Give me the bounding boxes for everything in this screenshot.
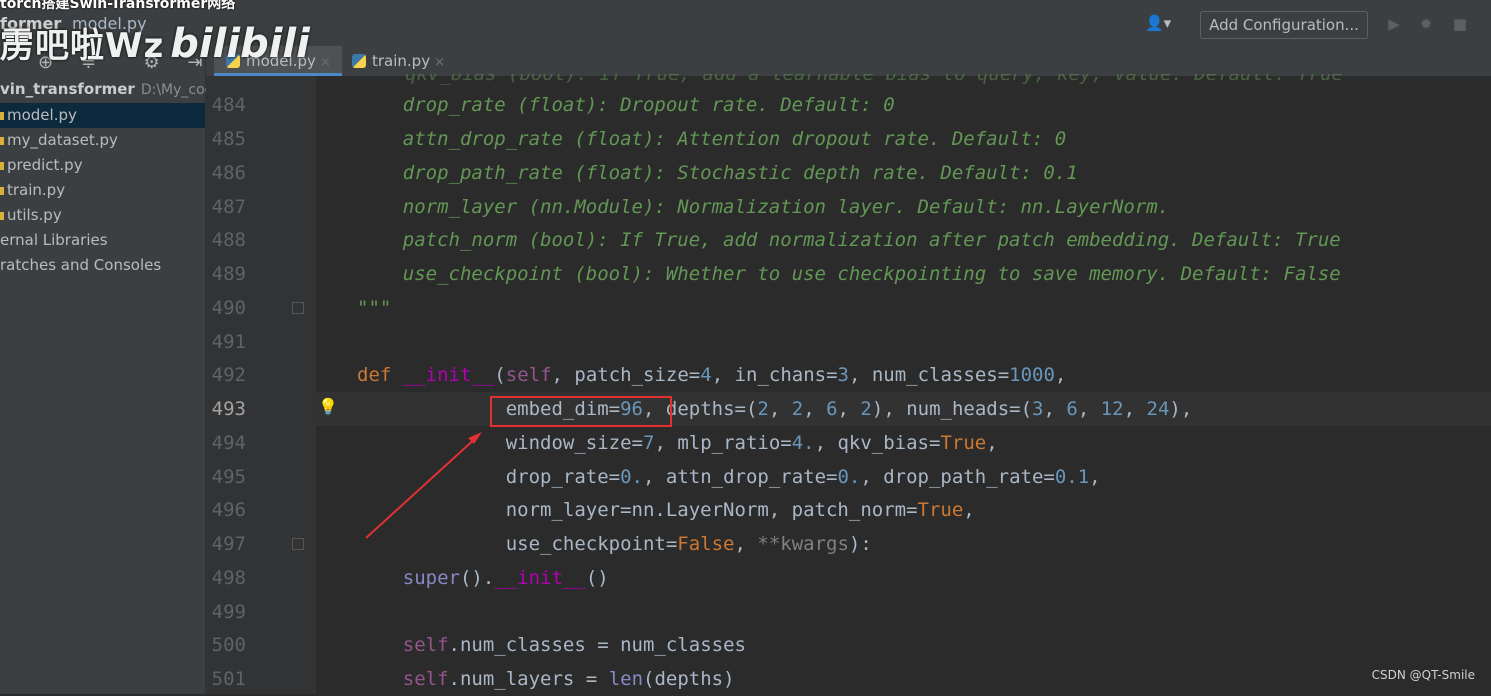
line-number: 496 [211, 499, 246, 521]
project-root-name: vin_transformer [0, 80, 135, 98]
tree-item-my-dataset[interactable]: my_dataset.py [0, 128, 118, 153]
tree-item-label: model.py [7, 106, 77, 124]
video-title-overlay: torch搭建Swin-Transformer网络 [0, 0, 236, 12]
stop-icon[interactable]: ■ [1450, 14, 1470, 34]
line-number: 487 [211, 196, 246, 218]
line-number: 497 [211, 533, 246, 555]
code-line[interactable]: drop_path_rate (float): Stochastic depth… [357, 156, 1078, 190]
debug-icon[interactable]: ✹ [1416, 14, 1436, 34]
close-icon[interactable]: × [434, 55, 445, 70]
line-number: 499 [211, 601, 246, 623]
code-line-current[interactable]: embed_dim=96, depths=(2, 2, 6, 2), num_h… [357, 392, 1193, 426]
line-number: 486 [211, 162, 246, 184]
line-number: 484 [211, 94, 246, 116]
fold-marker-icon[interactable] [292, 302, 304, 314]
line-number: 495 [211, 466, 246, 488]
watermark-text: 雳吧啦Wz [0, 26, 165, 66]
tree-item-external-libraries[interactable]: ernal Libraries [0, 228, 108, 253]
code-line[interactable]: def __init__(self, patch_size=4, in_chan… [357, 358, 1066, 392]
csdn-credit: CSDN @QT-Smile [1371, 668, 1475, 682]
project-tool-window: ⊕ ≑ ⚙ ⇥ vin_transformer D:\My_code model.… [0, 46, 222, 694]
code-line[interactable]: norm_layer (nn.Module): Normalization la… [357, 190, 1169, 224]
python-file-icon [352, 54, 366, 68]
line-number: 491 [211, 331, 246, 353]
line-number: 501 [211, 668, 246, 690]
fold-marker-icon[interactable] [292, 538, 304, 550]
highlight-annotation-box [490, 396, 672, 427]
user-icon[interactable]: 👤▾ [1145, 14, 1179, 36]
line-number: 492 [211, 364, 246, 386]
project-root[interactable]: vin_transformer D:\My_code [0, 77, 222, 102]
tree-item-label: ratches and Consoles [0, 256, 162, 274]
bilibili-logo-icon: bilibili [170, 21, 310, 67]
close-icon[interactable]: × [320, 55, 331, 70]
tree-item-label: predict.py [7, 156, 83, 174]
run-icon[interactable]: ▶ [1384, 14, 1404, 34]
line-number: 490 [211, 297, 246, 319]
tree-item-label: my_dataset.py [7, 131, 118, 149]
line-number: 500 [211, 634, 246, 656]
annotation-arrow-icon [365, 432, 482, 539]
tree-item-label: train.py [7, 181, 66, 199]
code-line[interactable]: patch_norm (bool): If True, add normaliz… [357, 223, 1341, 257]
bilibili-watermark: 雳吧啦Wz bilibili [0, 18, 310, 67]
python-file-icon [0, 186, 4, 195]
tree-item-predict[interactable]: predict.py [0, 153, 83, 178]
tab-train[interactable]: train.py × [352, 46, 462, 76]
tree-item-scratches[interactable]: ratches and Consoles [0, 253, 161, 278]
line-number-current: 493 [211, 398, 246, 420]
code-line[interactable]: drop_rate (float): Dropout rate. Default… [357, 88, 895, 122]
tree-item-label: utils.py [7, 206, 62, 224]
tab-label: train.py [372, 52, 431, 70]
code-line[interactable]: attn_drop_rate (float): Attention dropou… [357, 122, 1066, 156]
python-file-icon [0, 136, 4, 145]
code-line[interactable]: self.num_classes = num_classes [357, 628, 746, 662]
tree-item-label: ernal Libraries [0, 231, 108, 249]
tree-item-utils[interactable]: utils.py [0, 203, 62, 228]
lightbulb-icon[interactable]: 💡 [318, 397, 338, 416]
editor-tabs: model.py × train.py × [206, 46, 1491, 76]
line-number: 494 [211, 432, 246, 454]
line-number: 485 [211, 128, 246, 150]
line-number: 489 [211, 263, 246, 285]
code-line[interactable]: super().__init__() [357, 561, 609, 595]
line-number: 488 [211, 229, 246, 251]
line-number: 498 [211, 567, 246, 589]
python-file-icon [0, 161, 4, 170]
add-configuration-button[interactable]: Add Configuration... [1200, 11, 1368, 39]
python-file-icon [0, 211, 4, 220]
code-line[interactable]: self.num_layers = len(depths) [357, 662, 735, 696]
code-line[interactable]: """ [357, 291, 391, 325]
code-line[interactable]: use_checkpoint (bool): Whether to use ch… [357, 257, 1341, 291]
tree-item-model[interactable]: model.py [0, 103, 205, 128]
tree-item-train[interactable]: train.py [0, 178, 65, 203]
python-file-icon [0, 111, 4, 120]
